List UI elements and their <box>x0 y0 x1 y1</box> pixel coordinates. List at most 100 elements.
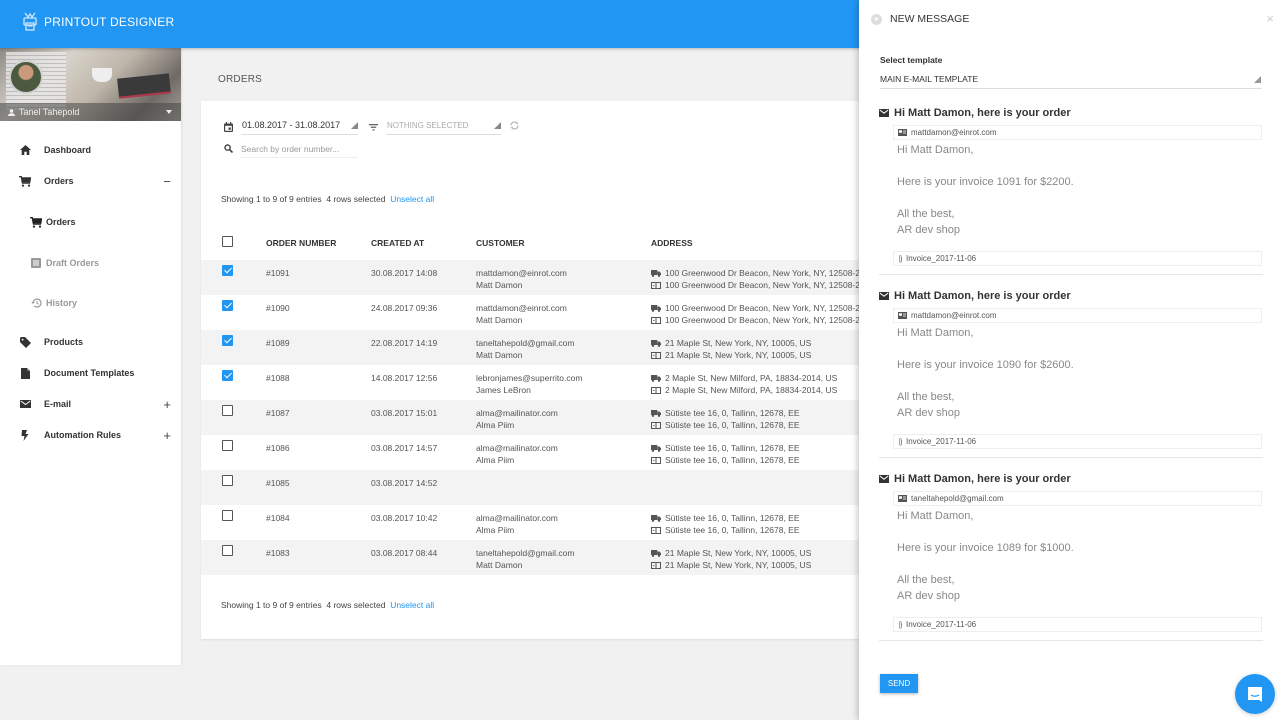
panel-header: NEW MESSAGE <box>871 13 969 25</box>
sidebar-item-automation-rules[interactable]: Automation Rules + <box>0 424 181 446</box>
sidebar-item-document-templates[interactable]: Document Templates <box>0 362 181 384</box>
customer-name: Matt Damon <box>476 560 523 570</box>
table-row[interactable]: #1091 30.08.2017 14:08 mattdamon@einrot.co… <box>201 260 881 295</box>
shipping-address: Sütiste tee 16, 0, Tallinn, 12678, EE <box>651 407 881 419</box>
expand-icon[interactable]: + <box>163 398 171 411</box>
tag-icon <box>19 336 31 348</box>
order-number[interactable]: #1090 <box>266 295 371 330</box>
sidebar-subitem-draft-orders[interactable]: Draft Orders <box>0 252 181 274</box>
message-body[interactable]: Hi Matt Damon, Here is your invoice 1089… <box>897 508 1263 617</box>
chat-icon <box>1248 687 1262 702</box>
table-row[interactable]: #1087 03.08.2017 15:01 alma@mailinator.com… <box>201 400 881 435</box>
recipient-field[interactable]: mattdamon@einrot.com <box>893 308 1262 323</box>
column-header-address[interactable]: ADDRESS <box>651 225 881 260</box>
send-button[interactable]: SEND <box>880 674 918 693</box>
row-checkbox[interactable] <box>222 300 233 311</box>
row-checkbox[interactable] <box>222 265 233 276</box>
avatar[interactable] <box>9 60 43 94</box>
sidebar-subitem-orders[interactable]: Orders <box>0 211 181 233</box>
order-number[interactable]: #1084 <box>266 505 371 540</box>
column-header-customer[interactable]: CUSTOMER <box>476 225 651 260</box>
order-number[interactable]: #1083 <box>266 540 371 575</box>
address-cell: Sütiste tee 16, 0, Tallinn, 12678, EE Süt… <box>651 435 881 470</box>
attachment[interactable]: Invoice_2017-11-06 <box>893 617 1262 632</box>
message-body[interactable]: Hi Matt Damon, Here is your invoice 1091… <box>897 142 1263 251</box>
table-row[interactable]: #1085 03.08.2017 14:52 <box>201 470 881 505</box>
customer-cell: lebronjames@superrito.com James LeBron <box>476 365 651 400</box>
refresh-icon[interactable] <box>509 120 520 131</box>
sidebar-item-dashboard[interactable]: Dashboard <box>0 139 181 161</box>
order-number[interactable]: #1091 <box>266 260 371 295</box>
mail-icon <box>879 292 889 300</box>
sidebar-item-products[interactable]: Products <box>0 331 181 353</box>
status-filter-select[interactable]: NOTHING SELECTED <box>386 118 501 135</box>
select-all-checkbox[interactable] <box>222 236 233 247</box>
billing-address-text: 100 Greenwood Dr Beacon, New York, NY, 1… <box>665 280 860 290</box>
date-range-select[interactable]: 01.08.2017 - 31.08.2017 <box>241 118 358 135</box>
shipping-address: 100 Greenwood Dr Beacon, New York, NY, 1… <box>651 267 881 279</box>
sidebar-subitem-history[interactable]: History <box>0 292 181 314</box>
order-number[interactable]: #1089 <box>266 330 371 365</box>
billing-icon <box>651 351 661 359</box>
template-select[interactable]: MAIN E-MAIL TEMPLATE <box>880 72 1262 89</box>
billing-address: Sütiste tee 16, 0, Tallinn, 12678, EE <box>651 454 881 466</box>
created-at: 03.08.2017 15:01 <box>371 408 438 418</box>
panel-title: NEW MESSAGE <box>890 13 970 25</box>
table-row[interactable]: #1088 14.08.2017 12:56 lebronjames@superri… <box>201 365 881 400</box>
row-checkbox[interactable] <box>222 335 233 346</box>
billing-icon <box>651 561 661 569</box>
row-checkbox[interactable] <box>222 405 233 416</box>
customer-email: alma@mailinator.com <box>476 408 558 418</box>
brand-name: PRINTOUT DESIGNER <box>44 15 175 29</box>
recipient-field[interactable]: mattdamon@einrot.com <box>893 125 1262 140</box>
recipient-field[interactable]: taneltahepold@gmail.com <box>893 491 1262 506</box>
order-number[interactable]: #1088 <box>266 365 371 400</box>
expand-icon[interactable]: + <box>163 429 171 442</box>
table-row[interactable]: #1090 24.08.2017 09:36 mattdamon@einrot.co… <box>201 295 881 330</box>
address-cell: 100 Greenwood Dr Beacon, New York, NY, 1… <box>651 260 881 295</box>
collapse-panel-icon[interactable] <box>871 13 882 25</box>
attachment-name: Invoice_2017-11-06 <box>906 254 977 263</box>
billing-icon <box>651 386 661 394</box>
address-cell: Sütiste tee 16, 0, Tallinn, 12678, EE Süt… <box>651 505 881 540</box>
table-row[interactable]: #1083 03.08.2017 08:44 taneltahepold@gmail… <box>201 540 881 575</box>
message-body[interactable]: Hi Matt Damon, Here is your invoice 1090… <box>897 325 1263 434</box>
column-header-order-number[interactable]: ORDER NUMBER <box>266 225 371 260</box>
search-input[interactable] <box>241 140 358 157</box>
billing-address: 21 Maple St, New York, NY, 10005, US <box>651 349 881 361</box>
attachment[interactable]: Invoice_2017-11-06 <box>893 251 1262 266</box>
divider <box>879 457 1263 458</box>
chat-launcher-button[interactable] <box>1235 674 1275 714</box>
order-number[interactable]: #1087 <box>266 400 371 435</box>
table-row[interactable]: #1089 22.08.2017 14:19 taneltahepold@gmail… <box>201 330 881 365</box>
billing-address: 2 Maple St, New Milford, PA, 18834-2014,… <box>651 384 881 396</box>
user-menu[interactable]: Tanel Tahepold <box>0 103 181 121</box>
close-icon[interactable]: × <box>1266 12 1274 25</box>
row-checkbox[interactable] <box>222 370 233 381</box>
column-header-created-at[interactable]: CREATED AT <box>371 225 476 260</box>
brand[interactable]: PRINTOUT DESIGNER <box>22 12 174 32</box>
row-checkbox[interactable] <box>222 510 233 521</box>
row-checkbox[interactable] <box>222 545 233 556</box>
order-number[interactable]: #1085 <box>266 470 371 505</box>
sidebar-item-label: Orders <box>46 217 76 227</box>
attachment[interactable]: Invoice_2017-11-06 <box>893 434 1262 449</box>
shipping-address: 21 Maple St, New York, NY, 10005, US <box>651 547 881 559</box>
order-number[interactable]: #1086 <box>266 435 371 470</box>
sidebar-item-orders[interactable]: Orders − <box>0 170 181 192</box>
collapse-icon[interactable]: − <box>163 175 171 188</box>
customer-email: alma@mailinator.com <box>476 443 558 453</box>
profile-background-book <box>117 73 171 99</box>
sidebar-item-label: Orders <box>44 176 74 186</box>
table-row[interactable]: #1084 03.08.2017 10:42 alma@mailinator.com… <box>201 505 881 540</box>
unselect-all-link[interactable]: Unselect all <box>390 600 434 610</box>
customer-name: Alma Piim <box>476 525 515 535</box>
row-checkbox[interactable] <box>222 440 233 451</box>
dropdown-arrow-icon <box>1254 76 1261 83</box>
unselect-all-link[interactable]: Unselect all <box>390 194 434 204</box>
truck-icon <box>651 549 661 557</box>
sidebar-item-email[interactable]: E-mail + <box>0 393 181 415</box>
row-checkbox[interactable] <box>222 475 233 486</box>
created-at: 22.08.2017 14:19 <box>371 338 438 348</box>
table-row[interactable]: #1086 03.08.2017 14:57 alma@mailinator.com… <box>201 435 881 470</box>
